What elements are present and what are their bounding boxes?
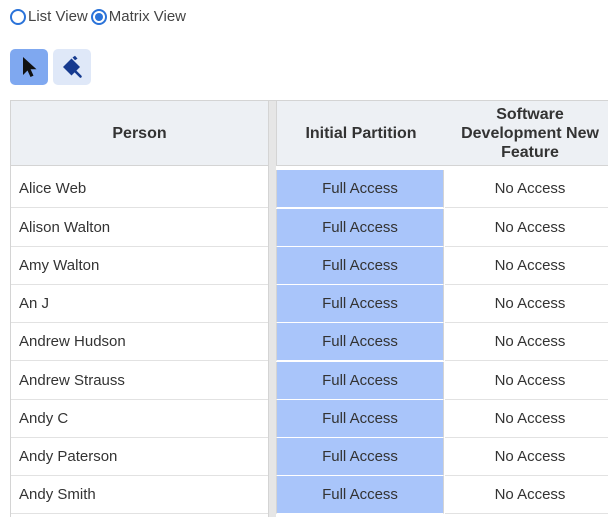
person-name: An J [11,285,268,323]
software-development-access[interactable]: No Access [445,476,608,514]
table-row: Andy C Full Access No Access [11,400,608,438]
list-view-option[interactable]: List View [10,8,88,25]
matrix-view-option[interactable]: Matrix View [90,8,186,25]
software-development-access[interactable]: No Access [445,285,608,323]
initial-partition-access[interactable]: Full Access [276,476,444,514]
software-development-access[interactable]: No Access [445,170,608,208]
column-header-initial-partition-label: Initial Partition [305,124,417,142]
table-row: Alison Walton Full Access No Access [11,209,608,247]
initial-partition-access[interactable]: Full Access [276,209,444,247]
software-development-access[interactable]: No Access [445,400,608,438]
column-header-software-development-label: Software Development New Feature [461,105,599,161]
column-header-person[interactable]: Person [11,101,268,166]
access-matrix-table: Person Initial Partition Software Develo… [10,100,608,517]
cursor-arrow-icon [23,57,37,77]
person-name: Alice Web [11,170,268,208]
software-development-access[interactable]: No Access [445,209,608,247]
table-row: Andrew Hudson Full Access No Access [11,323,608,361]
initial-partition-access[interactable]: Full Access [276,400,444,438]
toolbar [10,49,96,85]
table-row: Andy Paterson Full Access No Access [11,438,608,476]
list-view-radio[interactable] [10,8,26,25]
table-row: An J Full Access No Access [11,285,608,323]
column-header-person-label: Person [112,124,167,142]
initial-partition-access[interactable]: Full Access [276,323,444,361]
column-header-initial-partition[interactable]: Initial Partition [276,101,446,166]
initial-partition-access[interactable]: Full Access [276,362,444,400]
list-view-label[interactable]: List View [28,8,88,25]
person-name: Andrew Strauss [11,362,268,400]
initial-partition-access[interactable]: Full Access [276,438,444,476]
initial-partition-access[interactable]: Full Access [276,170,444,208]
person-name: Andy Paterson [11,438,268,476]
software-development-access[interactable]: No Access [445,323,608,361]
table-row: Andy Smith Full Access No Access [11,476,608,514]
view-toggle: List View Matrix View [10,8,189,25]
initial-partition-access[interactable]: Full Access [276,285,444,323]
matrix-view-label[interactable]: Matrix View [109,8,186,25]
software-development-access[interactable]: No Access [445,438,608,476]
table-row: Alice Web Full Access No Access [11,170,608,208]
person-name: Andrew Hudson [11,323,268,361]
person-name: Andy C [11,400,268,438]
fill-tool-button[interactable] [53,49,91,85]
matrix-view-radio[interactable] [90,8,107,25]
software-development-access[interactable]: No Access [445,362,608,400]
software-development-access[interactable]: No Access [445,247,608,285]
initial-partition-access[interactable]: Full Access [276,247,444,285]
person-name: Amy Walton [11,247,268,285]
table-row: Amy Walton Full Access No Access [11,247,608,285]
table-row: Andrew Strauss Full Access No Access [11,362,608,400]
person-name: Andy Smith [11,476,268,514]
person-name: Alison Walton [11,209,268,247]
column-header-software-development[interactable]: Software Development New Feature [445,101,608,166]
select-tool-button[interactable] [10,49,48,85]
paint-bucket-icon [63,55,82,78]
